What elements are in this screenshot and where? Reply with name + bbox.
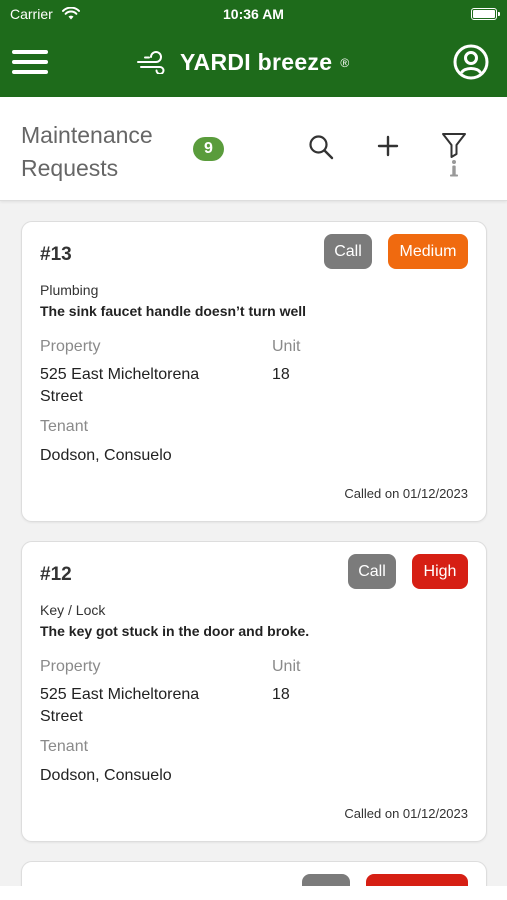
request-card[interactable]: #13 Call Medium Plumbing The sink faucet… xyxy=(21,221,487,522)
tenant-value: Dodson, Consuelo xyxy=(40,447,172,464)
page-toolbar: Maintenance Requests 9 xyxy=(0,97,507,201)
unit-value: 18 xyxy=(272,686,290,703)
status-time: 10:36 AM xyxy=(223,6,284,22)
call-button[interactable]: Call xyxy=(324,234,372,269)
plus-icon xyxy=(377,135,399,157)
status-bar: Carrier 10:36 AM xyxy=(0,0,507,28)
call-button[interactable]: Call xyxy=(348,554,396,589)
request-number: #13 xyxy=(40,244,72,265)
add-request-button[interactable] xyxy=(376,134,400,158)
brand-logo: YARDI breeze ® xyxy=(136,46,349,78)
property-value: 525 East Micheltorena Street xyxy=(40,686,200,725)
request-description: The key got stuck in the door and broke. xyxy=(40,623,310,639)
battery-icon xyxy=(471,8,500,20)
unit-label: Unit xyxy=(272,338,301,355)
request-description: The sink faucet handle doesn’t turn well xyxy=(40,303,307,319)
profile-button[interactable] xyxy=(453,44,489,80)
request-count-badge: 9 xyxy=(193,137,224,161)
property-label: Property xyxy=(40,658,101,675)
request-category: Key / Lock xyxy=(40,602,106,618)
page-title: Maintenance Requests xyxy=(21,122,153,181)
search-icon xyxy=(309,135,334,160)
app-header: YARDI breeze ® xyxy=(0,28,507,97)
menu-button[interactable] xyxy=(12,50,48,74)
called-date: Called on 01/12/2023 xyxy=(344,806,468,821)
request-card[interactable]: #12 Call High Key / Lock The key got stu… xyxy=(21,541,487,842)
called-date: Called on 01/12/2023 xyxy=(344,486,468,501)
request-number: #12 xyxy=(40,564,72,585)
menu-icon-bar xyxy=(12,50,48,54)
unit-value: 18 xyxy=(272,366,290,383)
wind-icon xyxy=(137,51,165,74)
request-category: Plumbing xyxy=(40,282,99,298)
profile-icon xyxy=(453,44,489,80)
search-button[interactable] xyxy=(308,134,334,160)
menu-icon-bar xyxy=(12,60,48,64)
menu-icon-bar xyxy=(12,70,48,74)
tenant-label: Tenant xyxy=(40,418,89,435)
brand-name: YARDI breeze xyxy=(180,48,333,75)
unit-label: Unit xyxy=(272,658,301,675)
priority-badge: Medium xyxy=(388,234,468,269)
filter-icon xyxy=(442,133,466,177)
property-label: Property xyxy=(40,338,101,355)
tenant-label: Tenant xyxy=(40,738,89,755)
filter-button[interactable] xyxy=(440,131,468,181)
brand-registered-mark: ® xyxy=(340,56,350,70)
screen-bottom-edge xyxy=(0,886,507,900)
priority-badge: High xyxy=(412,554,468,589)
property-value: 525 East Micheltorena Street xyxy=(40,366,200,405)
tenant-value: Dodson, Consuelo xyxy=(40,767,172,784)
